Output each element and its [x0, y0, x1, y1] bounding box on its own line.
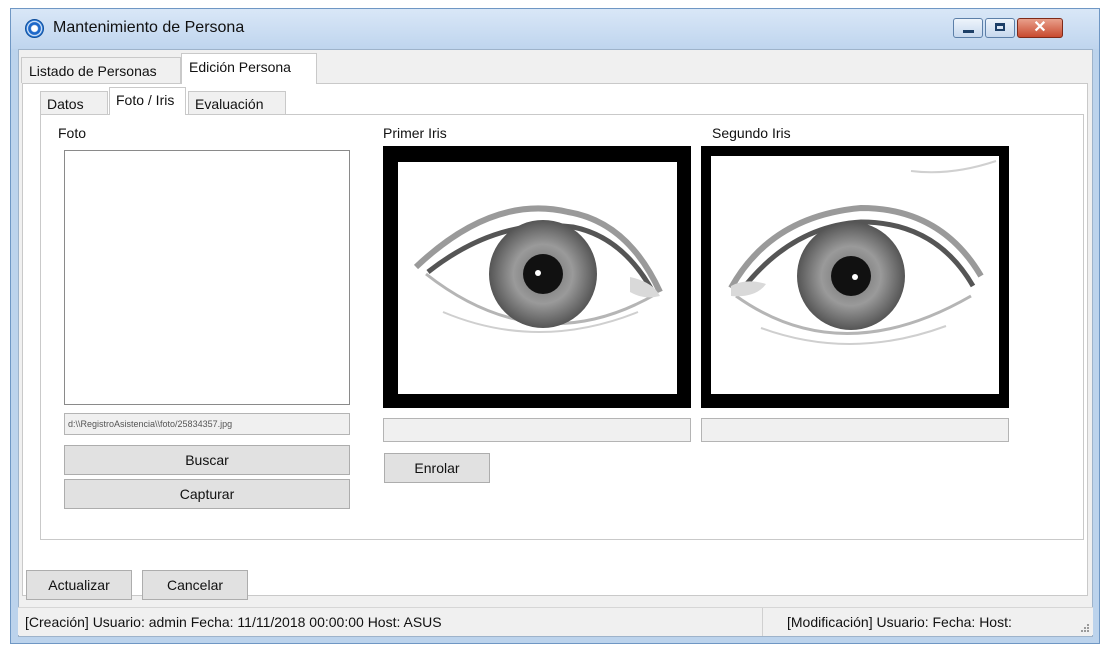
cancelar-button[interactable]: Cancelar — [142, 570, 248, 600]
tab-foto-iris[interactable]: Foto / Iris — [109, 87, 186, 115]
segundo-iris-label: Segundo Iris — [712, 125, 791, 141]
primer-iris-frame — [383, 146, 691, 408]
segundo-iris-image — [711, 156, 999, 394]
edicion-persona-panel: Datos Foto / Iris Evaluación Foto d:\\Re… — [22, 83, 1088, 596]
creation-info: [Creación] Usuario: admin Fecha: 11/11/2… — [25, 614, 442, 630]
buscar-button[interactable]: Buscar — [64, 445, 350, 475]
primer-iris-image — [398, 162, 677, 394]
maximize-button[interactable] — [985, 18, 1015, 38]
foto-iris-panel: Foto d:\\RegistroAsistencia\\foto/258343… — [40, 114, 1084, 540]
capturar-button[interactable]: Capturar — [64, 479, 350, 509]
right-eye-image — [728, 160, 997, 345]
client-area: Listado de Personas Edición Persona Dato… — [18, 49, 1093, 637]
left-eye-image — [413, 205, 663, 333]
window-title: Mantenimiento de Persona — [53, 19, 245, 36]
maximize-icon — [995, 23, 1005, 31]
primer-iris-label: Primer Iris — [383, 125, 447, 141]
close-button[interactable]: ✕ — [1017, 18, 1063, 38]
segundo-iris-quality-field — [701, 418, 1009, 442]
main-window: Mantenimiento de Persona ✕ Listado de Pe… — [10, 8, 1100, 644]
tab-listado-personas[interactable]: Listado de Personas — [21, 57, 181, 83]
enrolar-button[interactable]: Enrolar — [384, 453, 490, 483]
modification-info: [Modificación] Usuario: Fecha: Host: — [787, 614, 1012, 630]
photo-preview — [64, 150, 350, 405]
tab-edicion-persona[interactable]: Edición Persona — [181, 53, 317, 84]
minimize-icon — [963, 30, 974, 33]
resize-grip-icon[interactable] — [1080, 623, 1090, 633]
app-eye-icon — [25, 19, 44, 38]
segundo-iris-frame — [701, 146, 1009, 408]
title-bar[interactable]: Mantenimiento de Persona ✕ — [11, 9, 1099, 49]
minimize-button[interactable] — [953, 18, 983, 38]
primer-iris-quality-field — [383, 418, 691, 442]
close-icon: ✕ — [1033, 19, 1047, 36]
foto-label: Foto — [58, 125, 87, 141]
actualizar-button[interactable]: Actualizar — [26, 570, 132, 600]
status-bar: [Creación] Usuario: admin Fecha: 11/11/2… — [18, 607, 1093, 636]
modification-panel: [Modificación] Usuario: Fecha: Host: — [762, 608, 1093, 636]
photo-path-field[interactable]: d:\\RegistroAsistencia\\foto/25834357.jp… — [64, 413, 350, 435]
tab-datos[interactable]: Datos — [40, 91, 108, 115]
tab-evaluacion[interactable]: Evaluación — [188, 91, 286, 115]
